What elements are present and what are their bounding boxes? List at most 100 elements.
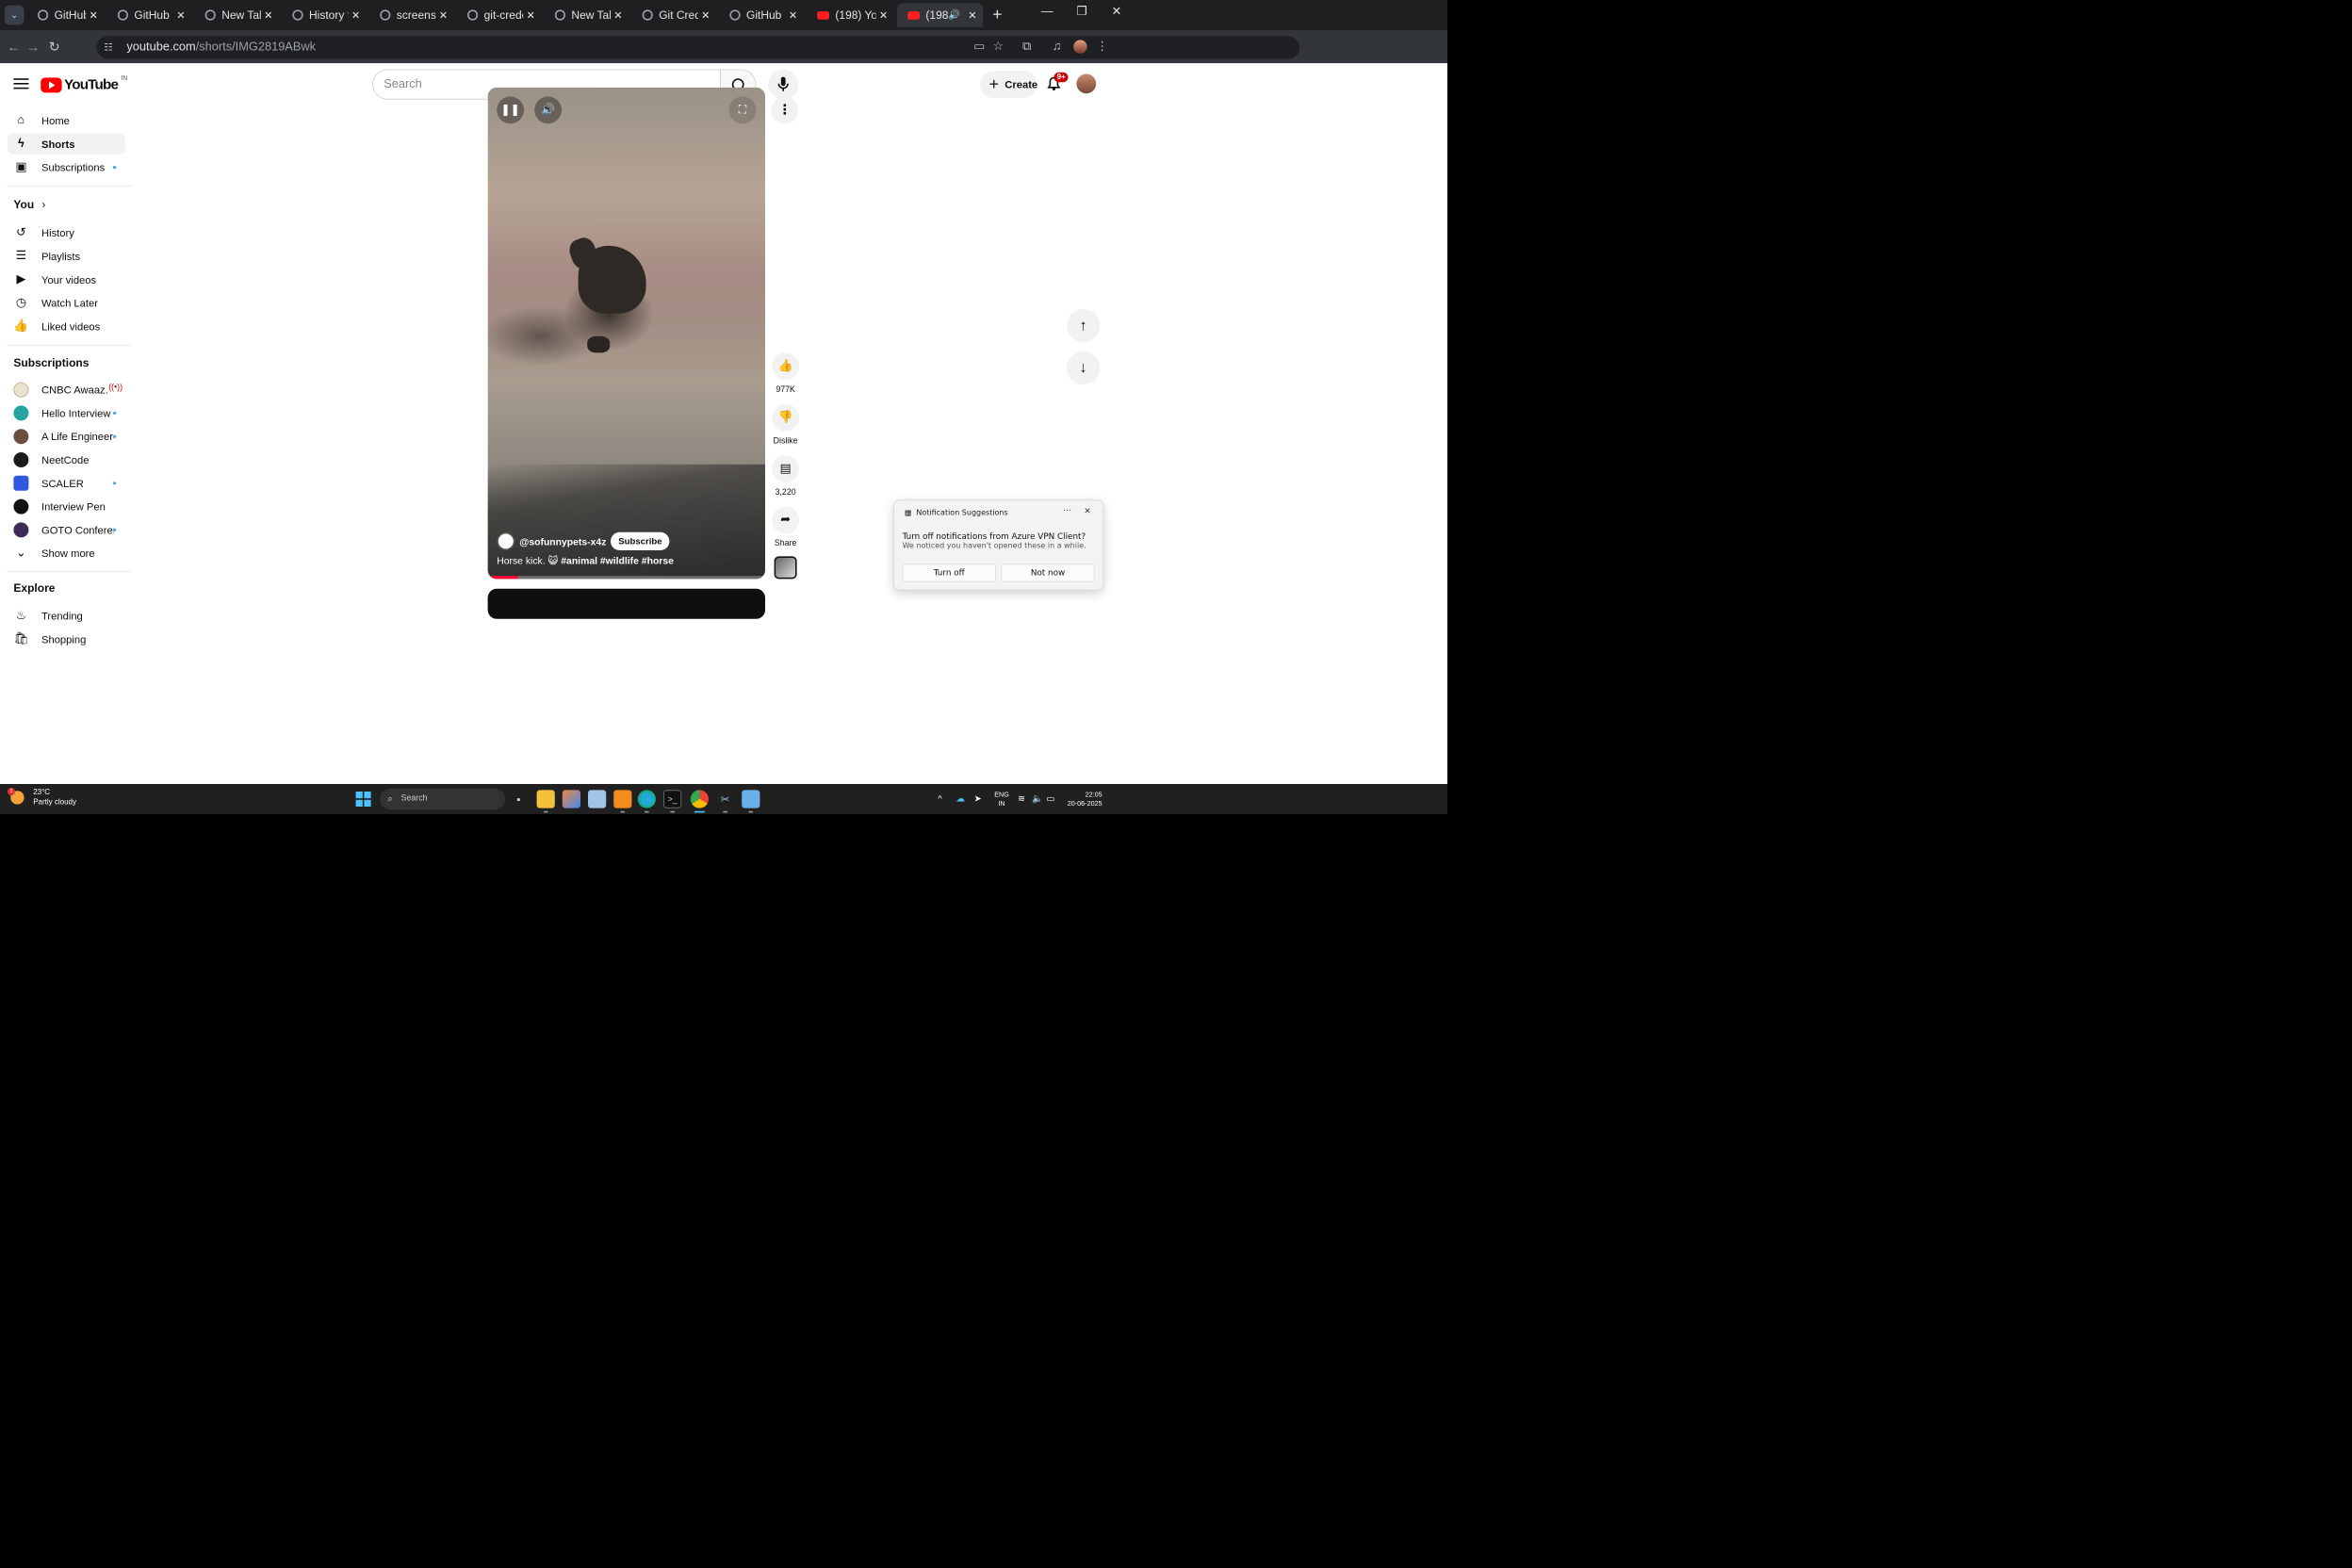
tray-overflow-chevron-icon[interactable]: ^	[938, 793, 942, 804]
short-caption[interactable]: Horse kick. 😺 #animal #wildlife #horse	[497, 555, 674, 567]
not-now-button[interactable]: Not now	[1001, 564, 1095, 582]
file-explorer-icon[interactable]	[536, 790, 555, 808]
more-options-button[interactable]: ⋮	[771, 96, 799, 124]
subscription-item[interactable]: CNBC Awaaz. ((•))	[8, 379, 125, 400]
bookmark-star-icon[interactable]: ☆	[989, 38, 1007, 56]
weather-widget[interactable]: 1 23°C Partly cloudy	[8, 788, 76, 808]
browser-tab[interactable]: New Tab ✕	[545, 3, 629, 27]
profile-avatar-icon[interactable]	[1071, 38, 1089, 56]
remote-desktop-icon[interactable]	[742, 790, 760, 808]
previous-short-arrow-up-icon[interactable]: ↑	[1067, 309, 1101, 343]
extensions-icon[interactable]: ⧉	[1018, 38, 1036, 56]
guide-item-your-videos[interactable]: ▶ Your videos	[8, 270, 125, 290]
browser-tab[interactable]: (198) YouTube ✕	[807, 3, 894, 27]
browser-tab[interactable]: git-credential- ✕	[457, 3, 542, 27]
media-controls-icon[interactable]: ♫	[1048, 38, 1066, 56]
tab-close-icon[interactable]: ✕	[435, 8, 450, 22]
location-arrow-icon[interactable]: ➤	[974, 793, 982, 804]
forward-arrow-icon[interactable]: →	[23, 36, 43, 57]
guide-item-trending[interactable]: ♨ Trending	[8, 605, 125, 626]
speaker-volume-icon[interactable]: 🔈	[1032, 793, 1043, 804]
like-button[interactable]: 👍 977K	[772, 352, 799, 394]
remix-sound-thumbnail[interactable]	[774, 556, 797, 580]
browser-tab[interactable]: GitHub Login I ✕	[107, 3, 192, 27]
guide-item-playlists[interactable]: ☰ Playlists	[8, 246, 125, 267]
volume-icon[interactable]: 🔊	[534, 96, 562, 124]
task-view-icon[interactable]: ▪	[510, 790, 528, 808]
next-short-preview[interactable]	[487, 588, 765, 619]
window-close-icon[interactable]: ✕	[1099, 0, 1134, 24]
guide-item-home[interactable]: ⌂ Home	[8, 110, 125, 131]
subscription-item[interactable]: A Life Engineered	[8, 426, 125, 447]
hashtags[interactable]: #animal #wildlife #horse	[561, 555, 674, 566]
toast-close-icon[interactable]: ✕	[1084, 506, 1090, 515]
browser-tab-active[interactable]: (198) Horse 🔊 ✕	[897, 3, 984, 27]
wifi-icon[interactable]: ≋	[1018, 793, 1025, 804]
tab-close-icon[interactable]: ✕	[349, 8, 364, 22]
subscribe-button[interactable]: Subscribe	[611, 531, 670, 550]
voice-search-button[interactable]	[768, 69, 799, 100]
you-section-title[interactable]: You ›	[13, 198, 45, 211]
language-indicator[interactable]: ENG IN	[994, 790, 1009, 808]
minimize-icon[interactable]: —	[1030, 0, 1065, 24]
new-tab-plus-icon[interactable]: +	[986, 3, 1008, 25]
fullscreen-icon[interactable]: ⛶	[728, 96, 757, 124]
guide-item-watch-later[interactable]: ◷ Watch Later	[8, 292, 125, 313]
tab-close-icon[interactable]: ✕	[173, 8, 188, 22]
share-button[interactable]: ➦ Share	[772, 506, 799, 548]
url-text[interactable]: youtube.com/shorts/IMG2819ABwk	[126, 41, 316, 54]
browser-tab[interactable]: screens/screen ✕	[369, 3, 454, 27]
taskbar-search-input[interactable]: ⌕ Search	[380, 788, 505, 810]
browser-tab[interactable]: New Tab ✕	[194, 3, 279, 27]
notifications-button[interactable]: 9+	[1043, 72, 1069, 97]
guide-item-shorts[interactable]: ϟ Shorts	[8, 133, 125, 155]
tab-close-icon[interactable]: ✕	[876, 8, 891, 22]
site-info-icon[interactable]: ☷	[104, 41, 116, 54]
dislike-button[interactable]: 👎 Dislike	[772, 403, 799, 446]
subscription-item[interactable]: SCALER	[8, 473, 125, 494]
battery-charging-icon[interactable]: ▭	[1046, 793, 1054, 804]
system-clock[interactable]: 22:05 20-06-2025	[1065, 790, 1102, 808]
toast-more-icon[interactable]: ···	[1063, 505, 1071, 515]
guide-item-history[interactable]: ↺ History	[8, 222, 125, 243]
office-app-icon[interactable]	[613, 790, 632, 808]
browser-tab[interactable]: GitHub ✕	[27, 3, 105, 27]
tab-close-icon[interactable]: ✕	[611, 8, 626, 22]
browser-menu-icon[interactable]: ⋮	[1093, 38, 1111, 56]
restore-icon[interactable]: ❐	[1065, 0, 1100, 24]
tab-close-icon[interactable]: ✕	[698, 8, 713, 22]
copilot-365-icon[interactable]	[562, 790, 580, 808]
browser-tab[interactable]: Git Credential I ✕	[631, 3, 716, 27]
comments-button[interactable]: ▤ 3,220	[772, 455, 799, 497]
video-progress-bar[interactable]	[487, 576, 765, 580]
windows-app-icon[interactable]	[588, 790, 607, 808]
tab-close-icon[interactable]: ✕	[86, 8, 101, 22]
tab-close-icon[interactable]: ✕	[261, 8, 276, 22]
chrome-browser-icon[interactable]	[690, 790, 709, 808]
account-avatar[interactable]	[1076, 74, 1097, 94]
guide-menu-icon[interactable]	[12, 75, 30, 93]
tab-close-icon[interactable]: ✕	[523, 8, 538, 22]
channel-name[interactable]: @sofunnypets-x4z	[519, 535, 606, 547]
short-video-player[interactable]: ❚❚ 🔊 ⛶ @sofunnypets-x4z Subscribe Horse …	[487, 87, 765, 580]
turn-off-button[interactable]: Turn off	[902, 564, 996, 582]
subscription-item[interactable]: Interview Pen	[8, 496, 125, 516]
channel-avatar[interactable]	[497, 531, 515, 550]
onedrive-cloud-icon[interactable]: ☁	[956, 793, 965, 804]
youtube-logo[interactable]: YouTube IN	[41, 74, 128, 94]
back-arrow-icon[interactable]: ←	[3, 36, 24, 57]
pause-icon[interactable]: ❚❚	[497, 96, 524, 124]
address-bar[interactable]: ☷ youtube.com/shorts/IMG2819ABwk	[96, 36, 1300, 59]
subscription-item[interactable]: Hello Interview - ...	[8, 402, 125, 423]
guide-item-subscriptions[interactable]: ▣ Subscriptions	[8, 156, 125, 177]
install-app-icon[interactable]: ▭	[971, 38, 988, 56]
tab-search-chevron-icon[interactable]: ⌄	[4, 5, 24, 25]
browser-tab[interactable]: History for scr ✕	[282, 3, 367, 27]
windows-start-icon[interactable]	[355, 792, 371, 807]
guide-item-shopping[interactable]: 🛍 Shopping	[8, 629, 125, 649]
edge-browser-icon[interactable]	[637, 790, 656, 808]
show-more-button[interactable]: ⌄ Show more	[8, 543, 125, 564]
next-short-arrow-down-icon[interactable]: ↓	[1067, 351, 1101, 384]
subscription-item[interactable]: GOTO Conferenc...	[8, 519, 125, 540]
subscription-item[interactable]: NeetCode	[8, 449, 125, 470]
